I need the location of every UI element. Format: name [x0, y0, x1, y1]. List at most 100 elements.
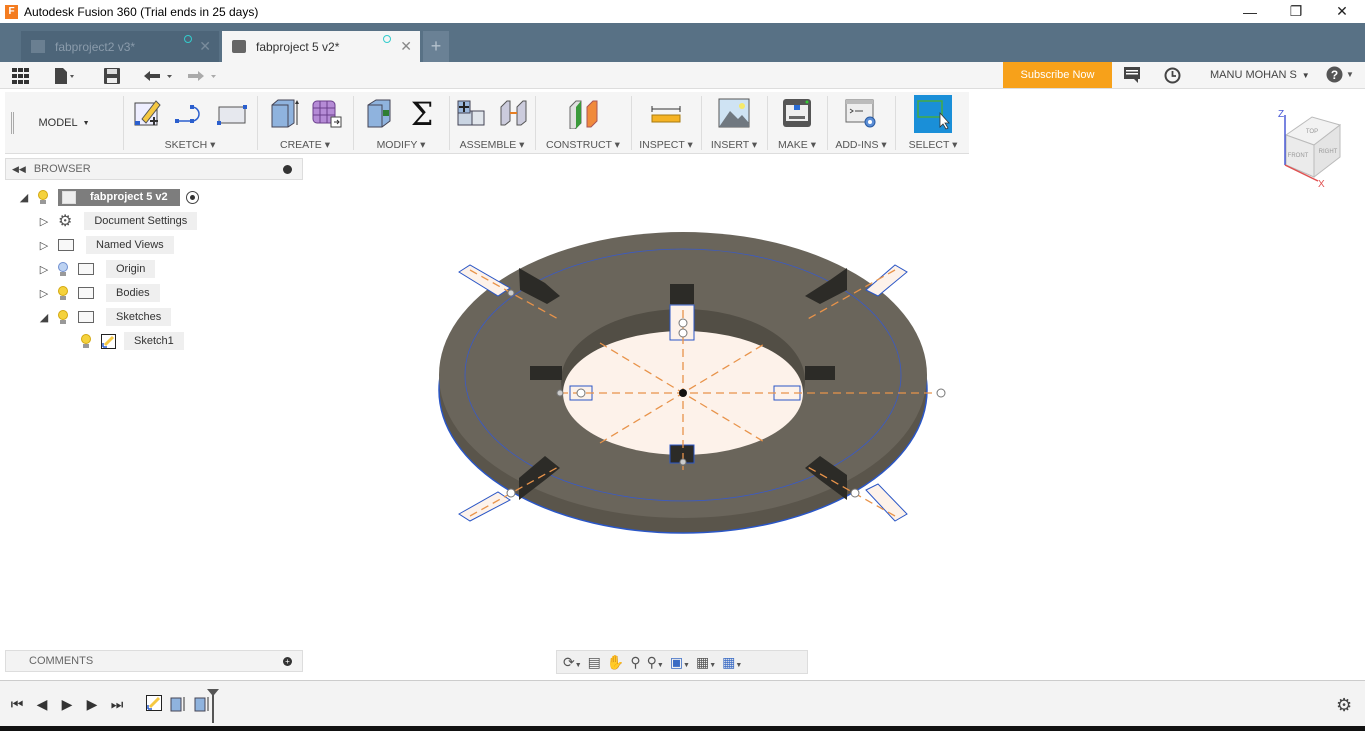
- add-comment-icon[interactable]: +: [283, 656, 292, 666]
- expand-triangle-icon[interactable]: ▷: [38, 263, 50, 276]
- collapse-panel-icon[interactable]: ◀◀: [12, 164, 26, 175]
- data-panel-button[interactable]: [12, 66, 30, 86]
- line-button[interactable]: [174, 97, 206, 129]
- scripts-icon: [845, 99, 876, 128]
- ribbon-divider: [449, 96, 450, 150]
- display-settings-icon[interactable]: ▣▼: [670, 654, 690, 671]
- visibility-bulb-off-icon[interactable]: [58, 262, 68, 276]
- toolbar-ribbon: MODEL ▼ SKETCH ▾ CREATE ▾ Σ MODIFY ▾ ASS…: [5, 92, 969, 154]
- browser-item-named-views[interactable]: ▷ Named Views: [38, 235, 174, 255]
- browser-item-bodies[interactable]: ▷ Bodies: [38, 283, 160, 303]
- ribbon-group-label[interactable]: CONSTRUCT ▾: [537, 139, 629, 151]
- scripts-addins-button[interactable]: [845, 97, 877, 129]
- model-view[interactable]: [310, 160, 1360, 645]
- collapse-triangle-icon[interactable]: ◢: [18, 191, 30, 204]
- pin-panel-icon[interactable]: [283, 164, 292, 174]
- visibility-bulb-icon[interactable]: [58, 310, 68, 324]
- compute-all-button[interactable]: Σ: [406, 95, 438, 133]
- pan-icon[interactable]: ✋: [607, 654, 624, 671]
- zoom-icon[interactable]: ⚲▼: [647, 654, 664, 671]
- ribbon-group-label[interactable]: INSPECT ▾: [633, 139, 699, 151]
- browser-root-item[interactable]: ◢ fabproject 5 v2: [18, 187, 199, 207]
- timeline-sketch-feature[interactable]: [146, 695, 162, 711]
- orbit-icon[interactable]: ⟳▼: [563, 654, 582, 671]
- viewcube[interactable]: TOP FRONT RIGHT Z X: [1274, 105, 1354, 190]
- browser-item-origin[interactable]: ▷ Origin: [38, 259, 156, 279]
- activate-component-radio[interactable]: [185, 190, 199, 204]
- timeline-settings-gear-icon[interactable]: ⚙: [1336, 695, 1352, 716]
- extrude-button[interactable]: [268, 97, 300, 129]
- help-menu-button[interactable]: ? ▼: [1326, 66, 1354, 83]
- zoom-window-icon[interactable]: ⚲: [630, 654, 640, 671]
- offset-plane-button[interactable]: [567, 97, 599, 130]
- look-at-icon[interactable]: ▤: [588, 654, 601, 671]
- browser-item-sketch1[interactable]: Sketch1: [81, 331, 184, 351]
- collapse-triangle-icon[interactable]: ◢: [38, 311, 50, 324]
- viewports-icon[interactable]: ▦▼: [722, 654, 742, 671]
- comments-panel-header[interactable]: COMMENTS +: [5, 650, 303, 672]
- go-to-end-button[interactable]: ⏭: [108, 695, 126, 713]
- 3d-print-button[interactable]: [781, 97, 813, 129]
- step-forward-button[interactable]: ▶: [83, 695, 101, 713]
- browser-item-sketches[interactable]: ◢ Sketches: [38, 307, 172, 327]
- tab-label: fabproject2 v3*: [55, 39, 136, 54]
- go-to-start-button[interactable]: ⏮: [8, 695, 26, 713]
- restore-button[interactable]: ❐: [1273, 0, 1319, 23]
- chevron-down-icon: ▼: [1346, 70, 1354, 79]
- visibility-bulb-icon[interactable]: [81, 334, 91, 348]
- joint-button[interactable]: [497, 97, 529, 129]
- browser-panel-header[interactable]: ◀◀ BROWSER: [5, 158, 303, 180]
- measure-button[interactable]: [650, 97, 682, 129]
- comment-icon: [1124, 67, 1140, 83]
- play-button[interactable]: ▶: [58, 695, 76, 713]
- grid-icon[interactable]: ▦▼: [696, 654, 716, 671]
- notifications-button[interactable]: [1124, 67, 1142, 88]
- workspace-label: MODEL: [38, 117, 78, 129]
- tab-fabproject2[interactable]: fabproject2 v3* ✕: [21, 31, 219, 62]
- 3d-viewport-canvas[interactable]: [310, 160, 1360, 645]
- ribbon-group-label[interactable]: SKETCH ▾: [125, 139, 255, 151]
- ribbon-group-label[interactable]: INSERT ▾: [703, 139, 765, 151]
- ribbon-group-label[interactable]: SELECT ▾: [897, 139, 969, 151]
- file-menu-button[interactable]: [54, 66, 76, 86]
- ribbon-group-label[interactable]: MAKE ▾: [769, 139, 825, 151]
- expand-triangle-icon[interactable]: ▷: [38, 239, 50, 252]
- folder-icon: [78, 311, 94, 323]
- step-back-button[interactable]: ◀: [33, 695, 51, 713]
- select-button[interactable]: [914, 95, 952, 133]
- new-component-button[interactable]: [455, 97, 487, 129]
- form-button[interactable]: [310, 97, 342, 129]
- save-button[interactable]: [104, 66, 120, 86]
- tab-fabproject5[interactable]: fabproject 5 v2* ✕: [222, 31, 420, 62]
- ribbon-group-label[interactable]: MODIFY ▾: [355, 139, 447, 151]
- minimize-button[interactable]: —: [1227, 0, 1273, 23]
- ribbon-group-label[interactable]: ASSEMBLE ▾: [451, 139, 533, 151]
- close-window-button[interactable]: ✕: [1319, 0, 1365, 23]
- visibility-bulb-icon[interactable]: [58, 286, 68, 300]
- svg-text:RIGHT: RIGHT: [1319, 149, 1338, 155]
- ribbon-group-label[interactable]: CREATE ▾: [259, 139, 351, 151]
- expand-triangle-icon[interactable]: ▷: [38, 215, 50, 228]
- rectangle-button[interactable]: [216, 97, 248, 129]
- expand-triangle-icon[interactable]: ▷: [38, 287, 50, 300]
- workspace-switcher[interactable]: MODEL ▼: [5, 92, 123, 154]
- visibility-bulb-icon[interactable]: [38, 190, 48, 204]
- insert-canvas-button[interactable]: [718, 97, 750, 129]
- browser-item-document-settings[interactable]: ▷ ⚙ Document Settings: [38, 211, 198, 231]
- job-status-button[interactable]: [1164, 67, 1181, 89]
- redo-button[interactable]: [188, 66, 218, 86]
- folder-icon: [78, 287, 94, 299]
- timeline-extrude-feature[interactable]: [170, 695, 186, 713]
- press-pull-button[interactable]: [364, 97, 396, 129]
- create-sketch-button[interactable]: [132, 97, 164, 129]
- user-account-menu[interactable]: MANU MOHAN S ▼: [1210, 62, 1310, 88]
- new-tab-button[interactable]: +: [423, 31, 449, 62]
- tab-label: fabproject 5 v2*: [256, 39, 340, 54]
- ribbon-group-label[interactable]: ADD-INS ▾: [829, 139, 893, 151]
- subscribe-now-button[interactable]: Subscribe Now: [1003, 62, 1112, 88]
- close-tab-icon[interactable]: ✕: [199, 38, 211, 55]
- timeline-marker-handle[interactable]: [207, 689, 219, 723]
- close-tab-icon[interactable]: ✕: [400, 38, 412, 55]
- rectangle-icon: [217, 105, 247, 125]
- undo-button[interactable]: [144, 66, 174, 86]
